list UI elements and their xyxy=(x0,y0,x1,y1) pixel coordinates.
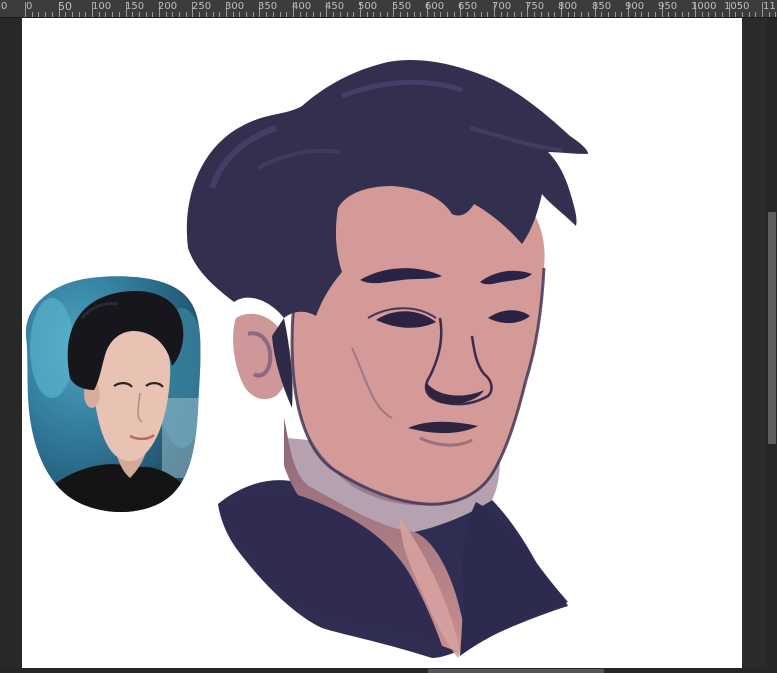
horizontal-ruler[interactable]: 0 0 50 100 150 200 250 300 350 400 450 5… xyxy=(0,0,777,18)
ruler-label: 800 xyxy=(558,1,578,12)
ruler-label: 400 xyxy=(292,1,312,12)
ruler-label: 650 xyxy=(458,1,478,12)
ruler-label: 1000 xyxy=(691,1,717,12)
ruler-label: 11 xyxy=(763,1,776,12)
ruler-label: 950 xyxy=(658,1,678,12)
vertical-scrollbar-thumb[interactable] xyxy=(768,212,776,444)
horizontal-scrollbar[interactable] xyxy=(0,668,777,673)
ruler-label: 1050 xyxy=(724,1,750,12)
ruler-label: 750 xyxy=(525,1,545,12)
ruler-label: 100 xyxy=(92,1,112,12)
ruler-label: 0 xyxy=(1,1,8,12)
ruler-label: 550 xyxy=(392,1,412,12)
ruler-label: 50 xyxy=(58,0,72,13)
ruler-label: 250 xyxy=(192,1,212,12)
pasteboard-left xyxy=(0,18,22,668)
portrait-painting xyxy=(186,60,588,658)
ruler-label: 850 xyxy=(592,1,612,12)
ruler-label: 200 xyxy=(158,1,178,12)
ruler-label: 350 xyxy=(258,1,278,12)
artwork xyxy=(25,60,588,658)
ruler-label: 0 xyxy=(26,1,33,12)
ruler-label: 150 xyxy=(125,1,145,12)
document-canvas[interactable] xyxy=(22,18,742,668)
ruler-label: 700 xyxy=(492,1,512,12)
ruler-label: 900 xyxy=(625,1,645,12)
ruler-label: 450 xyxy=(325,1,345,12)
horizontal-scrollbar-thumb[interactable] xyxy=(428,669,604,673)
reference-photo xyxy=(25,276,201,513)
ruler-label: 300 xyxy=(225,1,245,12)
ruler-label: 600 xyxy=(425,1,445,12)
photo-editor-window: 0 0 50 100 150 200 250 300 350 400 450 5… xyxy=(0,0,777,673)
ruler-label: 500 xyxy=(358,1,378,12)
